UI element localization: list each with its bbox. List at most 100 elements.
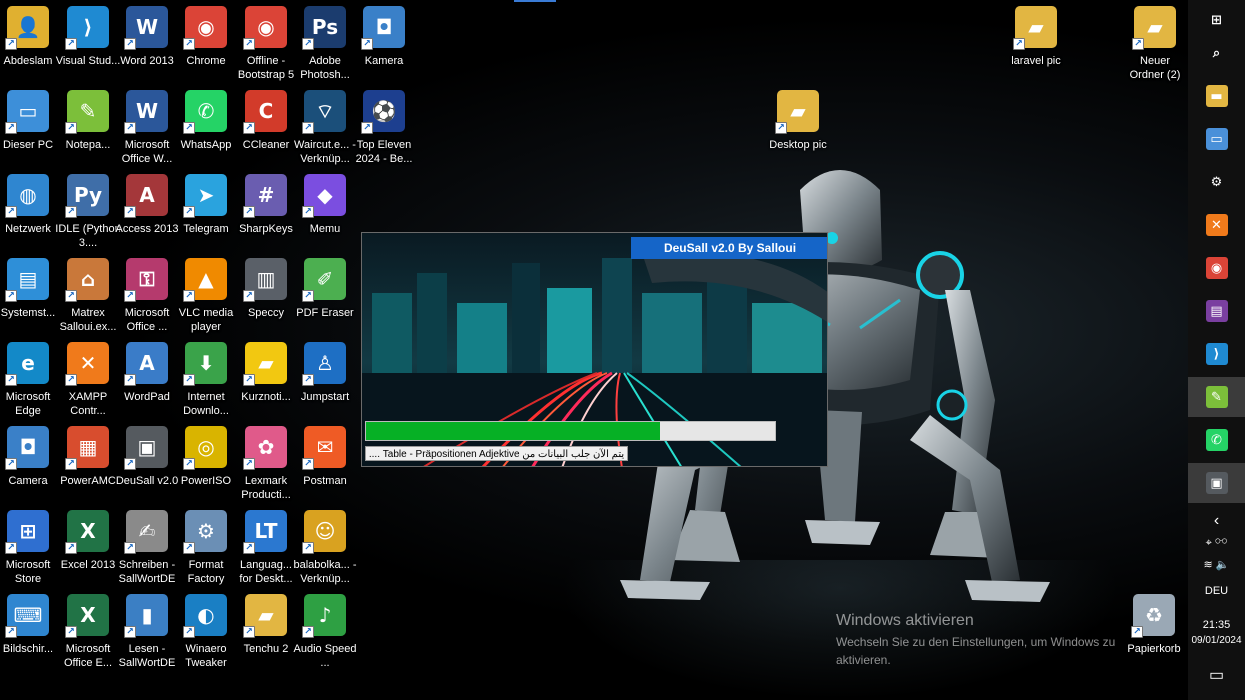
desktop-icon[interactable]: # ↗ SharpKeys bbox=[236, 174, 296, 258]
desktop-icon-label: PowerISO bbox=[180, 475, 232, 487]
activation-watermark-subtitle: Wechseln Sie zu den Einstellungen, um Wi… bbox=[836, 635, 1116, 667]
desktop-icon[interactable]: A ↗ Access 2013 bbox=[115, 174, 179, 258]
desktop-icon[interactable]: ▤ ↗ Systemst... bbox=[0, 258, 58, 342]
desktop-icon[interactable]: ◘ ↗ Camera bbox=[0, 426, 58, 510]
desktop-icon[interactable]: ◘ ↗ Kamera bbox=[354, 6, 414, 90]
desktop-icon[interactable]: ☺ ↗ balabolka... - Verknüp... bbox=[294, 510, 356, 594]
system-icon: ▤ ↗ bbox=[5, 258, 49, 302]
notification-center-icon[interactable]: ▭ bbox=[1188, 665, 1245, 685]
game-icon: ⚽ ↗ bbox=[361, 90, 405, 134]
desktop-icon[interactable]: ⚿ ↗ Microsoft Office ... bbox=[117, 258, 177, 342]
desktop-icon[interactable]: X ↗ Excel 2013 bbox=[58, 510, 118, 594]
desktop-icon[interactable]: ✿ ↗ Lexmark Producti... bbox=[236, 426, 296, 510]
shortcut-arrow-icon: ↗ bbox=[183, 290, 195, 302]
desktop-icon[interactable]: ▲ ↗ VLC media player bbox=[176, 258, 236, 342]
eraser-icon: ✐ ↗ bbox=[302, 258, 346, 302]
desktop-icon[interactable]: ▰ ↗ Tenchu 2 bbox=[236, 594, 296, 678]
volume-icon[interactable]: 🔈 bbox=[1216, 559, 1230, 571]
desktop-icon[interactable]: ⬇ ↗ Internet Downlo... bbox=[176, 342, 236, 426]
wifi-icon[interactable]: ≋ bbox=[1204, 559, 1213, 571]
desktop-icon[interactable]: ⟩ ↗ Visual Stud... bbox=[56, 6, 120, 90]
desktop-icon[interactable]: ▦ ↗ PowerAMC bbox=[58, 426, 118, 510]
desktop-icon-label: XAMPP Contr... bbox=[68, 391, 108, 417]
desktop-icon-label: Netzwerk bbox=[5, 223, 51, 235]
clock-time[interactable]: 21:35 bbox=[1188, 619, 1245, 631]
book-icon: ▮ ↗ bbox=[124, 594, 168, 638]
desktop-icon-label: VLC media player bbox=[178, 307, 234, 333]
tray-network-icons[interactable]: ⌖ ⚯ bbox=[1188, 537, 1245, 550]
desktop-icon-label: Postman bbox=[303, 475, 347, 487]
desktop-icon[interactable]: ▰ ↗ Kurznoti... bbox=[236, 342, 296, 426]
deusall-loading-window[interactable]: DeuSall v2.0 By Salloui يتم الآن جلب الب… bbox=[361, 232, 828, 467]
shortcut-arrow-icon: ↗ bbox=[1132, 38, 1144, 50]
shortcut-arrow-icon: ↗ bbox=[5, 458, 17, 470]
desktop-icon[interactable]: ▰ ↗ Neuer Ordner (2) bbox=[1125, 6, 1185, 90]
desktop-icon[interactable]: ▰ ↗ laravel pic bbox=[1006, 6, 1066, 90]
desktop-icon[interactable]: ✕ ↗ XAMPP Contr... bbox=[58, 342, 118, 426]
desktop-icon[interactable]: ✐ ↗ PDF Eraser bbox=[295, 258, 355, 342]
desktop-icon[interactable]: e ↗ Microsoft Edge bbox=[0, 342, 58, 426]
desktop-icon[interactable]: ◐ ↗ Winaero Tweaker bbox=[176, 594, 236, 678]
desktop-icon[interactable]: ▥ ↗ Speccy bbox=[236, 258, 296, 342]
desktop-icon[interactable]: ⚙ ↗ Format Factory bbox=[176, 510, 236, 594]
tray-chevron-icon[interactable]: ‹ bbox=[1188, 512, 1245, 530]
desktop-icon[interactable]: ▮ ↗ Lesen - SallWortDE bbox=[117, 594, 177, 678]
desktop-icon[interactable]: LT ↗ Languag... for Deskt... bbox=[236, 510, 296, 594]
desktop-icon[interactable]: ◍ ↗ Netzwerk bbox=[0, 174, 58, 258]
camera-icon: ◘ ↗ bbox=[5, 426, 49, 470]
desktop-icon[interactable]: ◆ ↗ Memu bbox=[295, 174, 355, 258]
taskbar-button[interactable]: ⚙ bbox=[1188, 162, 1245, 202]
memu-icon: ◆ ↗ bbox=[302, 174, 346, 218]
desktop-icon[interactable]: ✎ ↗ Notepa... bbox=[58, 90, 118, 174]
desktop-icon[interactable]: ◉ ↗ Offline - Bootstrap 5 bbox=[236, 6, 296, 90]
taskbar-button[interactable]: ⟩ bbox=[1188, 334, 1245, 374]
desktop-icon[interactable]: ◎ ↗ PowerISO bbox=[176, 426, 236, 510]
language-indicator[interactable]: DEU bbox=[1188, 585, 1245, 597]
desktop-icon[interactable]: ▭ ↗ Dieser PC bbox=[0, 90, 58, 174]
desktop-icon[interactable]: ⚽ ↗ Top Eleven 2024 - Be... bbox=[354, 90, 414, 174]
desktop-icon[interactable]: ⌂ ↗ Matrex Salloui.ex... bbox=[58, 258, 118, 342]
bluetooth-icon[interactable]: ⚯ bbox=[1215, 537, 1228, 549]
taskbar-button[interactable]: ✕ bbox=[1188, 205, 1245, 245]
desktop-icon[interactable]: ◉ ↗ Chrome bbox=[176, 6, 236, 90]
taskbar-button[interactable]: ✎ bbox=[1188, 377, 1245, 417]
desktop-icon[interactable]: 👤 ↗ Abdeslam bbox=[0, 6, 58, 90]
clock-date[interactable]: 09/01/2024 bbox=[1188, 635, 1245, 646]
office-key-icon: ⚿ ↗ bbox=[124, 258, 168, 302]
desktop-icon[interactable]: W ↗ Microsoft Office W... bbox=[117, 90, 177, 174]
desktop-icon[interactable]: A ↗ WordPad bbox=[117, 342, 177, 426]
disc-icon: ◎ ↗ bbox=[183, 426, 227, 470]
taskbar-button[interactable]: ◉ bbox=[1188, 248, 1245, 288]
desktop-icon[interactable]: Ps ↗ Adobe Photosh... bbox=[295, 6, 355, 90]
taskbar-button[interactable]: ▤ bbox=[1188, 291, 1245, 331]
taskbar-button[interactable]: ⌕ bbox=[1188, 33, 1245, 73]
desktop-icon[interactable]: ✍ ↗ Schreiben - SallWortDE bbox=[117, 510, 177, 594]
desktop-icon[interactable]: ▰ ↗ Desktop pic bbox=[768, 90, 828, 174]
taskbar-button[interactable]: ▭ bbox=[1188, 119, 1245, 159]
desktop-icon[interactable]: ♙ ↗ Jumpstart bbox=[295, 342, 355, 426]
shortcut-arrow-icon: ↗ bbox=[65, 374, 77, 386]
desktop-icon[interactable]: ➤ ↗ Telegram bbox=[176, 174, 236, 258]
desktop-icon[interactable]: ⌔ ↗ Waircut.e... - Verknüp... bbox=[294, 90, 356, 174]
top-edge-indicator bbox=[514, 0, 556, 2]
desktop-icon[interactable]: ⌨ ↗ Bildschir... bbox=[0, 594, 58, 678]
shortcut-arrow-icon: ↗ bbox=[243, 374, 255, 386]
shortcut-arrow-icon: ↗ bbox=[65, 122, 77, 134]
taskbar-button[interactable]: ▣ bbox=[1188, 463, 1245, 503]
desktop-icon[interactable]: X ↗ Microsoft Office E... bbox=[58, 594, 118, 678]
desktop-icon[interactable]: W ↗ Word 2013 bbox=[117, 6, 177, 90]
windows-start-icon: ⊞ bbox=[1211, 12, 1222, 28]
tray-status-icons[interactable]: ≋ 🔈 bbox=[1188, 558, 1245, 571]
desktop-icon[interactable]: Py ↗ IDLE (Python 3.... bbox=[55, 174, 121, 258]
recycle-bin-icon: ♻ ↗ bbox=[1131, 594, 1175, 638]
desktop-icon[interactable]: ✉ ↗ Postman bbox=[295, 426, 355, 510]
taskbar-button[interactable]: ▬ bbox=[1188, 76, 1245, 116]
desktop-icon-label: Access 2013 bbox=[115, 223, 179, 235]
location-icon[interactable]: ⌖ bbox=[1206, 537, 1212, 549]
desktop-icon[interactable]: ⊞ ↗ Microsoft Store bbox=[0, 510, 58, 594]
desktop-icon[interactable]: ♪ ↗ Audio Speed ... bbox=[294, 594, 357, 678]
desktop-icon[interactable]: ✆ ↗ WhatsApp bbox=[176, 90, 236, 174]
desktop-icon[interactable]: ▣ ↗ DeuSall v2.0 bbox=[116, 426, 178, 510]
desktop-icon[interactable]: C ↗ CCleaner bbox=[236, 90, 296, 174]
taskbar-button[interactable]: ✆ bbox=[1188, 420, 1245, 460]
